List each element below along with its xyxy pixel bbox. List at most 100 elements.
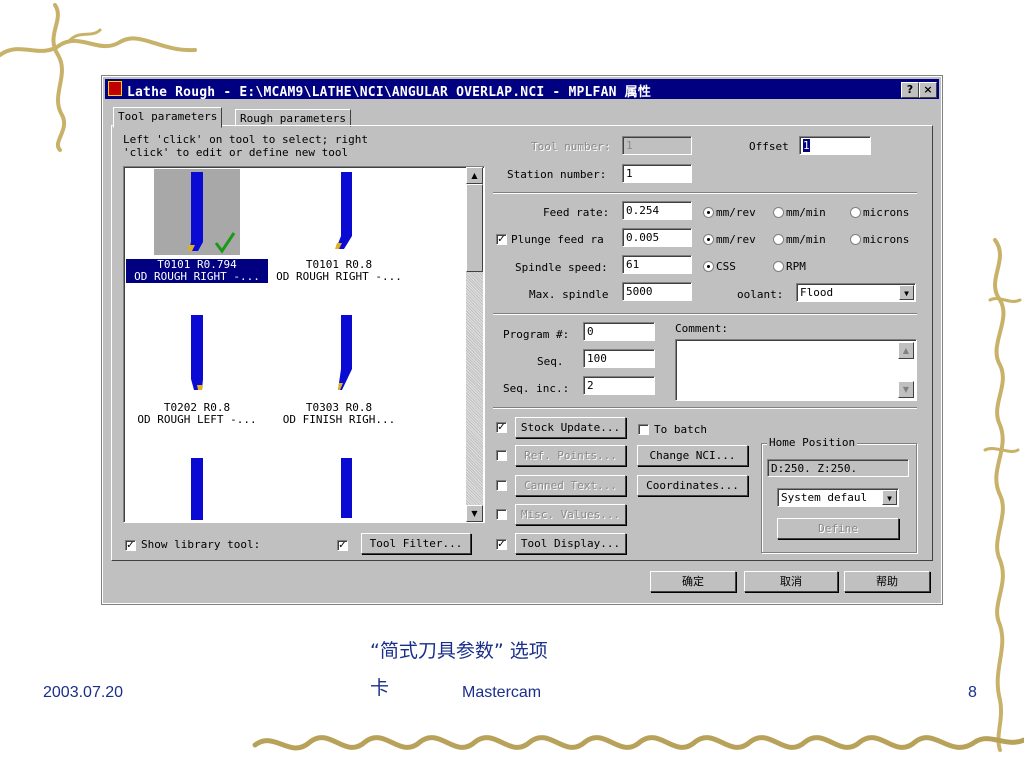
station-field[interactable]: 1 [622, 164, 692, 183]
turning-tool-icon [191, 458, 203, 520]
scroll-down-icon[interactable]: ▼ [466, 505, 483, 522]
slide-product: Mastercam [462, 684, 542, 701]
tool-display-checkbox[interactable]: ✓ [496, 539, 507, 550]
tool-list-scrollbar[interactable]: ▲ ▼ [466, 167, 483, 522]
comment-textarea[interactable]: ▲ ▼ [675, 339, 917, 401]
coolant-select[interactable]: Flood ▼ [796, 283, 916, 302]
feed-microns-label: microns [863, 206, 910, 219]
rpm-label: RPM [786, 260, 806, 273]
stock-update-checkbox[interactable]: ✓ [496, 422, 507, 433]
canned-text-checkbox[interactable] [496, 480, 507, 491]
tool-list[interactable]: T0101 R0.794 OD ROUGH RIGHT -... T0101 R… [123, 166, 485, 523]
scroll-up-icon[interactable]: ▲ [898, 342, 914, 359]
app-icon [108, 81, 122, 96]
tool-number-field: 1 [622, 136, 692, 155]
tool-item[interactable]: T0101 R0.794 OD ROUGH RIGHT -... [126, 169, 268, 291]
tool-display-button[interactable]: Tool Display... [515, 533, 626, 554]
scroll-thumb[interactable] [466, 184, 483, 272]
divider [493, 313, 917, 315]
feed-rate-label: Feed rate: [543, 206, 610, 219]
home-position-title: Home Position [767, 436, 858, 449]
chevron-down-icon[interactable]: ▼ [882, 490, 897, 505]
seq-field[interactable]: 100 [583, 349, 655, 368]
chevron-down-icon[interactable]: ▼ [899, 285, 914, 300]
plunge-checkbox[interactable]: ✓ [496, 234, 507, 245]
tool-item[interactable]: T0101 R0.8 OD ROUGH RIGHT -... [268, 169, 410, 291]
scroll-down-icon[interactable]: ▼ [898, 381, 914, 398]
css-label: CSS [716, 260, 736, 273]
max-spindle-label: Max. spindle [529, 288, 609, 301]
divider [493, 407, 917, 409]
max-spindle-field[interactable]: 5000 [622, 282, 692, 301]
tool-item[interactable]: T0202 R0.8 OD ROUGH LEFT -... [126, 312, 268, 434]
feed-rate-field[interactable]: 0.254 [622, 201, 692, 220]
tool-filter-checkbox[interactable]: ✓ [337, 540, 348, 551]
tool-desc: OD ROUGH LEFT -... [137, 413, 257, 426]
close-icon[interactable]: × [919, 82, 937, 98]
seq-label: Seq. [537, 355, 564, 368]
plunge-mmrev-radio[interactable] [703, 234, 714, 245]
tab-tool-parameters[interactable]: Tool parameters [113, 107, 223, 128]
cancel-button[interactable]: 取消 [744, 571, 838, 592]
turning-tool-icon [188, 172, 236, 254]
misc-values-button[interactable]: Misc. Values... [515, 504, 626, 525]
comment-label: Comment: [675, 322, 728, 335]
plunge-mmmin-label: mm/min [786, 233, 826, 246]
canned-text-button[interactable]: Canned Text... [515, 475, 626, 496]
tool-number-label: Tool number: [531, 140, 611, 153]
tool-filter-button[interactable]: Tool Filter... [361, 533, 471, 554]
misc-values-checkbox[interactable] [496, 509, 507, 520]
slide-date: 2003.07.20 [43, 684, 124, 701]
turning-tool-icon [191, 315, 203, 390]
show-library-label: Show library tool: [141, 538, 261, 551]
coordinates-button[interactable]: Coordinates... [637, 475, 748, 496]
feed-microns-radio[interactable] [850, 207, 861, 218]
offset-field[interactable]: 1 [799, 136, 871, 155]
home-select[interactable]: System defaul ▼ [777, 488, 899, 507]
offset-label: Offset [749, 140, 789, 153]
lathe-rough-dialog: Lathe Rough - E:\MCAM9\LATHE\NCI\ANGULAR… [101, 75, 943, 605]
plunge-mmrev-label: mm/rev [716, 233, 756, 246]
title-bar[interactable]: Lathe Rough - E:\MCAM9\LATHE\NCI\ANGULAR… [105, 79, 939, 100]
scroll-up-icon[interactable]: ▲ [466, 167, 483, 184]
spindle-label: Spindle speed: [515, 261, 608, 274]
rpm-radio[interactable] [773, 261, 784, 272]
plunge-mmmin-radio[interactable] [773, 234, 784, 245]
turning-tool-icon [335, 172, 352, 249]
slide-page-number: 8 [968, 684, 977, 701]
program-field[interactable]: 0 [583, 322, 655, 341]
station-label: Station number: [507, 168, 607, 181]
ok-button[interactable]: 确定 [650, 571, 736, 592]
ref-points-button[interactable]: Ref. Points... [515, 445, 626, 466]
feed-mmrev-radio[interactable] [703, 207, 714, 218]
divider [493, 192, 917, 194]
plunge-microns-label: microns [863, 233, 910, 246]
tool-desc: OD ROUGH RIGHT -... [134, 270, 260, 283]
spindle-field[interactable]: 61 [622, 255, 692, 274]
turning-tool-icon [338, 315, 352, 390]
instruction-text: Left 'click' on tool to select; right 'c… [123, 133, 369, 159]
feed-mmmin-radio[interactable] [773, 207, 784, 218]
coolant-label: oolant: [737, 288, 784, 301]
plunge-microns-radio[interactable] [850, 234, 861, 245]
seq-inc-label: Seq. inc.: [503, 382, 570, 395]
tool-desc: OD ROUGH RIGHT -... [276, 270, 402, 283]
define-button[interactable]: Define [777, 518, 899, 539]
plunge-field[interactable]: 0.005 [622, 228, 692, 247]
ref-points-checkbox[interactable] [496, 450, 507, 461]
window-title: Lathe Rough - E:\MCAM9\LATHE\NCI\ANGULAR… [127, 85, 652, 100]
turning-tool-icon [341, 458, 352, 518]
home-position-value: D:250. Z:250. [767, 459, 909, 477]
show-library-checkbox[interactable]: ✓ [125, 540, 136, 551]
change-nci-button[interactable]: Change NCI... [637, 445, 748, 466]
to-batch-checkbox[interactable] [638, 424, 649, 435]
stock-update-button[interactable]: Stock Update... [515, 417, 626, 438]
tool-item[interactable]: T0303 R0.8 OD FINISH RIGH... [268, 312, 410, 434]
plunge-label: Plunge feed ra [511, 233, 604, 246]
feed-mmrev-label: mm/rev [716, 206, 756, 219]
css-radio[interactable] [703, 261, 714, 272]
help-title-button[interactable]: ? [901, 82, 919, 98]
help-button[interactable]: 帮助 [844, 571, 930, 592]
program-label: Program #: [503, 328, 570, 341]
seq-inc-field[interactable]: 2 [583, 376, 655, 395]
